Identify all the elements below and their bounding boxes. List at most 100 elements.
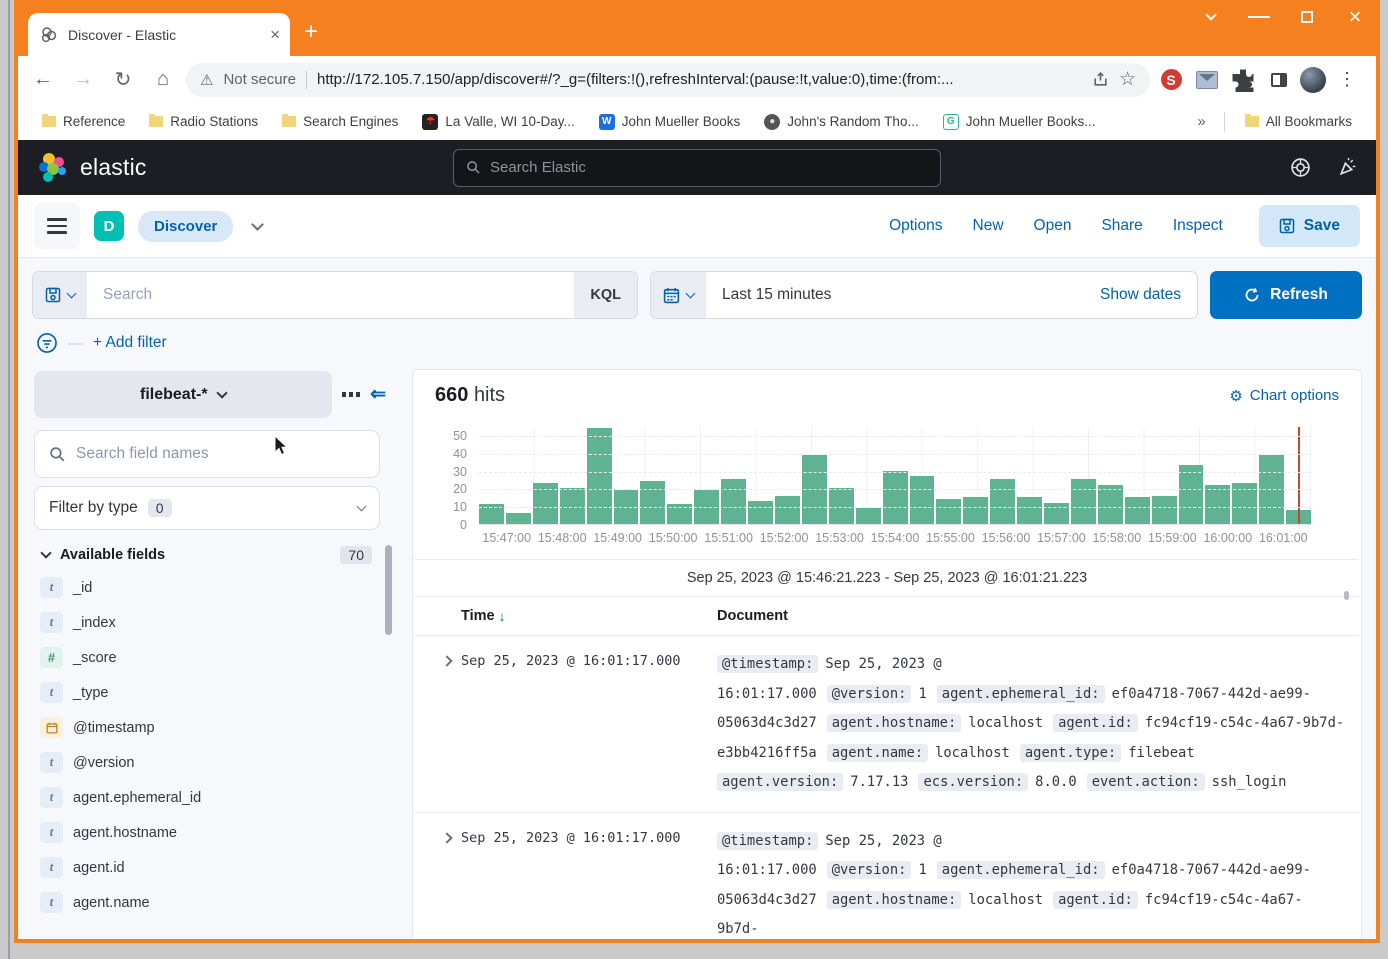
browser-tab[interactable]: Discover - Elastic × xyxy=(28,13,290,56)
extension-s-icon[interactable]: S xyxy=(1156,65,1186,95)
bookmark-item[interactable]: Search Engines xyxy=(272,110,408,133)
breadcrumb[interactable]: Discover xyxy=(138,211,233,242)
expand-row-icon[interactable] xyxy=(433,827,461,939)
histogram-bar[interactable] xyxy=(1071,479,1096,524)
index-options-icon[interactable] xyxy=(342,392,361,397)
histogram-bar[interactable] xyxy=(1152,496,1177,525)
field-item[interactable]: t@version xyxy=(40,745,386,780)
back-icon[interactable]: ← xyxy=(26,63,60,97)
add-filter-button[interactable]: + Add filter xyxy=(93,334,167,352)
histogram-bar[interactable] xyxy=(1205,485,1230,524)
time-column-header[interactable]: Time↓ xyxy=(461,608,717,624)
side-panel-icon[interactable] xyxy=(1264,65,1294,95)
field-item[interactable]: tagent.hostname xyxy=(40,815,386,850)
doc-field-name[interactable]: agent.ephemeral_id: xyxy=(937,861,1105,879)
histogram-bar[interactable] xyxy=(587,428,612,524)
collapse-sidebar-icon[interactable]: ⇐ xyxy=(370,383,386,406)
bookmark-item[interactable]: GJohn Mueller Books... xyxy=(933,110,1106,134)
histogram-bar[interactable] xyxy=(856,508,881,524)
news-alerts-icon[interactable] xyxy=(1337,157,1358,178)
tab-close-icon[interactable]: × xyxy=(270,26,280,43)
doc-field-name[interactable]: agent.id: xyxy=(1053,714,1138,732)
nav-link-new[interactable]: New xyxy=(973,217,1004,235)
doc-field-name[interactable]: @timestamp: xyxy=(717,832,818,850)
doc-field-name[interactable]: ecs.version: xyxy=(918,773,1028,791)
histogram-bar[interactable] xyxy=(990,479,1015,524)
field-item[interactable]: #_score xyxy=(40,640,386,675)
space-badge[interactable]: D xyxy=(94,211,124,241)
histogram-bar[interactable] xyxy=(1179,465,1204,524)
bookmark-item[interactable]: ☂La Valle, WI 10-Day... xyxy=(412,110,584,134)
all-bookmarks-button[interactable]: All Bookmarks xyxy=(1235,110,1362,133)
field-item[interactable]: t_type xyxy=(40,675,386,710)
extensions-puzzle-icon[interactable] xyxy=(1228,65,1258,95)
global-search-input[interactable]: Search Elastic xyxy=(453,149,941,187)
doc-field-name[interactable]: agent.name: xyxy=(827,744,928,762)
address-bar[interactable]: ⚠ Not secure http://172.105.7.150/app/di… xyxy=(186,63,1150,97)
histogram-bar[interactable] xyxy=(748,501,773,524)
chart-options-button[interactable]: ⚙ Chart options xyxy=(1229,387,1339,405)
forward-icon[interactable]: → xyxy=(66,63,100,97)
close-button[interactable]: × xyxy=(1344,6,1366,28)
histogram-bar[interactable] xyxy=(936,499,961,524)
nav-link-options[interactable]: Options xyxy=(889,217,942,235)
new-tab-button[interactable]: + xyxy=(304,18,318,46)
profile-avatar[interactable] xyxy=(1300,67,1326,93)
field-item[interactable]: tagent.id xyxy=(40,850,386,885)
doc-field-name[interactable]: agent.hostname: xyxy=(827,714,962,732)
extension-mail-icon[interactable] xyxy=(1192,65,1222,95)
field-item[interactable]: @timestamp xyxy=(40,710,386,745)
doc-field-name[interactable]: agent.ephemeral_id: xyxy=(937,685,1105,703)
sort-desc-icon[interactable]: ↓ xyxy=(499,608,506,624)
saved-query-menu-button[interactable] xyxy=(33,272,87,318)
histogram-bar[interactable] xyxy=(775,496,800,525)
histogram-bar[interactable] xyxy=(963,497,988,524)
save-button[interactable]: Save xyxy=(1259,205,1360,247)
minimize-button[interactable] xyxy=(1248,6,1270,28)
sidebar-scrollbar[interactable] xyxy=(385,545,392,635)
browser-menu-icon[interactable]: ⋮ xyxy=(1332,65,1362,95)
nav-link-open[interactable]: Open xyxy=(1034,217,1072,235)
maximize-button[interactable] xyxy=(1296,6,1318,28)
date-quick-menu-button[interactable] xyxy=(651,272,706,318)
doc-field-name[interactable]: agent.hostname: xyxy=(827,891,962,909)
nav-link-share[interactable]: Share xyxy=(1101,217,1142,235)
reload-icon[interactable]: ↻ xyxy=(106,63,140,97)
field-item[interactable]: t_index xyxy=(40,605,386,640)
bookmark-item[interactable]: Radio Stations xyxy=(139,110,268,133)
not-secure-icon[interactable]: ⚠ xyxy=(200,71,213,89)
field-item[interactable]: tagent.ephemeral_id xyxy=(40,780,386,815)
share-icon[interactable] xyxy=(1092,71,1109,88)
doc-field-name[interactable]: event.action: xyxy=(1087,773,1205,791)
doc-field-name[interactable]: @version: xyxy=(827,685,912,703)
help-icon[interactable] xyxy=(1290,157,1311,178)
histogram-bar[interactable] xyxy=(506,513,531,524)
bookmark-item[interactable]: WJohn Mueller Books xyxy=(589,110,751,134)
breadcrumb-caret-icon[interactable] xyxy=(252,218,265,231)
field-item[interactable]: t_id xyxy=(40,570,386,605)
field-item[interactable]: tagent.name xyxy=(40,885,386,920)
histogram-bar[interactable] xyxy=(883,471,908,524)
url-text[interactable]: http://172.105.7.150/app/discover#/?_g=(… xyxy=(317,71,1082,88)
histogram-bar[interactable] xyxy=(1017,497,1042,524)
filter-by-type-select[interactable]: Filter by type 0 xyxy=(34,486,380,530)
histogram-bar[interactable] xyxy=(721,479,746,524)
doc-field-name[interactable]: @timestamp: xyxy=(717,655,818,673)
window-menu-chevron-icon[interactable] xyxy=(1200,6,1222,28)
histogram-bar[interactable] xyxy=(1125,497,1150,524)
available-fields-header[interactable]: Available fields 70 xyxy=(34,546,386,564)
elastic-brand[interactable]: elastic xyxy=(36,152,147,184)
table-scrollbar[interactable] xyxy=(1344,591,1349,600)
index-pattern-select[interactable]: filebeat-* xyxy=(34,371,332,418)
time-range-value[interactable]: Last 15 minutes xyxy=(706,272,1084,318)
menu-hamburger-icon[interactable] xyxy=(34,203,80,249)
expand-row-icon[interactable] xyxy=(433,650,461,798)
histogram-bar[interactable] xyxy=(640,481,665,524)
histogram-bar[interactable] xyxy=(1098,485,1123,524)
bookmark-item[interactable]: ●John's Random Tho... xyxy=(754,110,928,134)
refresh-button[interactable]: Refresh xyxy=(1210,271,1362,319)
histogram-bar[interactable] xyxy=(910,476,935,524)
doc-field-name[interactable]: @version: xyxy=(827,861,912,879)
bookmark-star-icon[interactable]: ☆ xyxy=(1119,68,1136,91)
show-dates-button[interactable]: Show dates xyxy=(1084,272,1197,318)
